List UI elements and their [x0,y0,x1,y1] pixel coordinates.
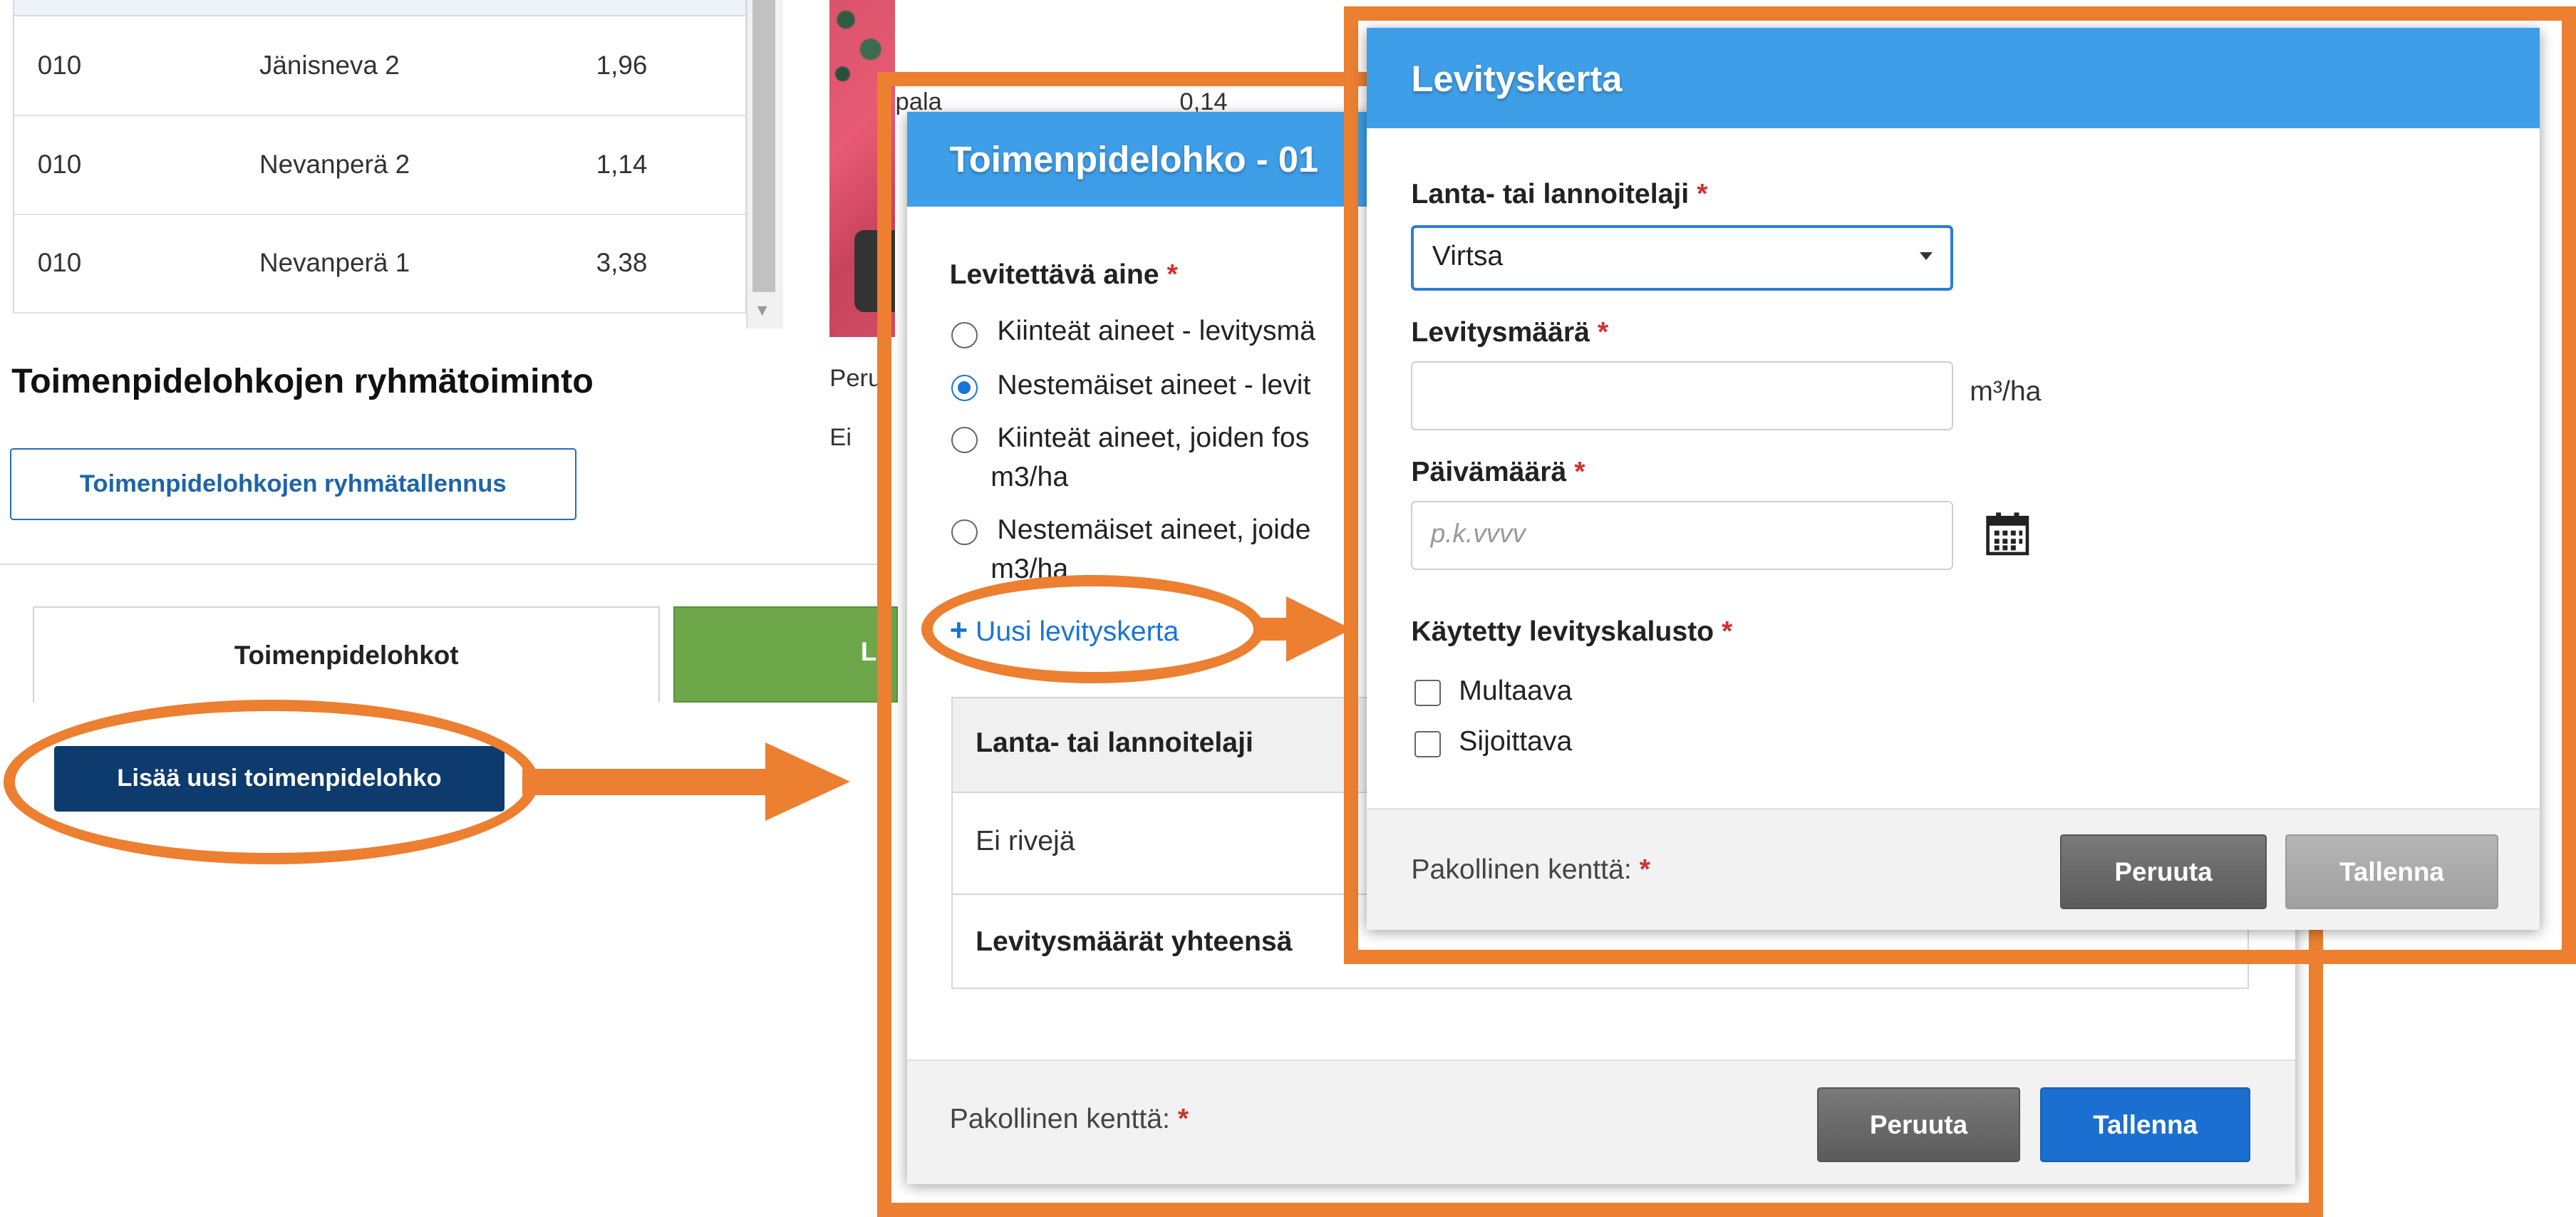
dialog-footer: Pakollinen kenttä: * Peruuta Tallenna [906,1060,2295,1184]
tab-green[interactable]: L [673,606,899,703]
tab-toimenpidelohkot[interactable]: Toimenpidelohkot [33,606,661,703]
tab-green-label: L [860,637,877,667]
table-row[interactable]: 010 Nevanperä 1 3,38 [14,214,746,314]
dialog-header: Levityskerta [1367,28,2540,128]
divider [0,563,887,566]
radio-kiinteat[interactable] [951,321,978,348]
required-mark: * [1639,854,1650,885]
fertilizer-label: Lanta- tai lannoitelaji * [1411,179,1707,210]
required-mark: * [1722,616,1733,647]
table-row[interactable]: 010 Jänisneva 2 1,96 [14,16,746,117]
radio-nestemaiset-fosfori[interactable] [951,519,978,546]
highlight-ellipse [3,700,539,864]
row-name: Nevanperä 1 [259,248,410,278]
bg-text-peru: Peru [829,364,882,392]
required-mark: * [1167,259,1178,291]
date-input[interactable]: p.k.vvvv [1411,501,1954,570]
highlight-ellipse [921,574,1266,684]
bg-text-ei: Ei [829,423,852,451]
date-placeholder: p.k.vvvv [1430,519,1526,549]
table-row[interactable]: 010 Nevanperä 2 1,14 [14,115,746,215]
required-note: Pakollinen kenttä: * [1411,854,1650,886]
checkbox-label: Sijoittava [1459,726,1573,757]
chevron-down-icon [1919,252,1933,260]
save-button-disabled[interactable]: Tallenna [2285,834,2499,910]
dialog-title: Toimenpidelohko - 01 [949,138,1319,180]
column-header: Lanta- tai lannoitelaji [976,727,1253,758]
calendar-icon[interactable] [1985,511,2031,557]
date-label: Päivämäärä * [1411,457,1585,488]
radio-nestemaiset[interactable] [951,374,978,401]
save-button[interactable]: Tallenna [2040,1087,2250,1163]
required-mark: * [1597,316,1609,348]
lohko-table: 010 Jänisneva 2 1,96 010 Nevanperä 2 1,1… [13,0,748,314]
group-action-title: Toimenpidelohkojen ryhmätoiminto [11,362,594,401]
arrow-shaft [522,768,769,795]
arrow-right-icon [1286,596,1352,662]
scrollbar-thumb[interactable] [752,0,776,293]
amount-label: Levitysmäärä * [1411,317,1608,348]
empty-text: Ei rivejä [976,826,1075,857]
table-total: Levitysmäärät yhteensä [976,926,1293,957]
required-mark: * [1177,1103,1189,1134]
fertilizer-select-value: Virtsa [1432,241,1504,272]
required-mark: * [1574,456,1586,487]
row-area: 1,96 [596,51,648,81]
radio-kiinteat-fosfori[interactable] [951,427,978,454]
option-label-line2: m3/ha [990,461,1069,492]
option-label: Kiinteät aineet, joiden fos [997,422,1310,453]
required-note: Pakollinen kenttä: * [950,1104,1189,1135]
row-area: 1,14 [596,149,648,179]
row-area: 3,38 [596,248,648,278]
row-name: Jänisneva 2 [259,51,400,81]
checkbox-multaava[interactable] [1414,680,1441,707]
row-name: Nevanperä 2 [259,149,410,179]
equipment-label: Käytetty levityskalusto * [1411,616,1732,648]
dialog-footer: Pakollinen kenttä: * Peruuta Tallenna [1367,808,2540,930]
row-code: 010 [37,51,82,81]
row-code: 010 [37,149,82,179]
dialog-title: Levityskerta [1411,58,1623,99]
table-row-selected[interactable] [14,0,746,16]
cancel-button[interactable]: Peruuta [1816,1087,2021,1163]
option-label: Kiinteät aineet - levitysmä [997,315,1315,346]
row-code: 010 [37,248,82,278]
dialog-levityskerta: Levityskerta Lanta- tai lannoitelaji * V… [1367,28,2540,930]
cancel-button[interactable]: Peruuta [2060,834,2267,910]
option-label: Nestemäiset aineet - levit [997,369,1311,400]
option-label: Nestemäiset aineet, joide [997,514,1311,545]
equipment-label-text: Käytetty levityskalusto [1411,616,1714,647]
required-note-text: Pakollinen kenttä: [949,1103,1170,1134]
fertilizer-label-text: Lanta- tai lannoitelaji [1411,179,1690,210]
date-label-text: Päivämäärä [1411,456,1567,487]
group-save-button[interactable]: Toimenpidelohkojen ryhmätallennus [9,448,576,521]
required-mark: * [1697,179,1708,210]
arrow-shaft [1256,617,1290,641]
fertilizer-select[interactable]: Virtsa [1411,224,1954,291]
arrow-right-icon [765,742,850,822]
checkbox-sijoittava[interactable] [1414,730,1441,757]
required-note-text: Pakollinen kenttä: [1411,854,1632,885]
amount-input[interactable] [1411,361,1954,431]
checkbox-label: Multaava [1459,675,1573,706]
scroll-down-icon[interactable]: ▼ [754,301,770,320]
amount-label-text: Levitysmäärä [1411,316,1590,348]
section-label: Levitettävä aine * [950,259,1178,291]
section-label-text: Levitettävä aine [949,259,1159,291]
amount-unit: m³/ha [1970,376,2042,407]
